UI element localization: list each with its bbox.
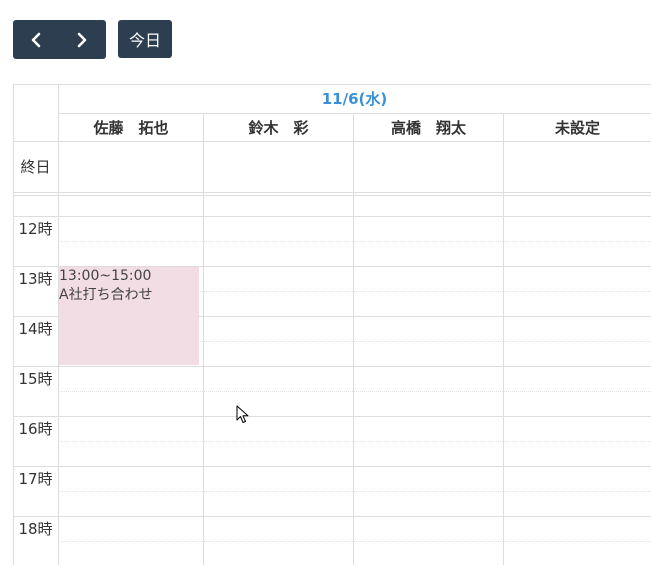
- resource-divider: [203, 113, 204, 565]
- hour-line-18: [13, 516, 651, 517]
- allday-label: 終日: [20, 158, 51, 176]
- prev-button[interactable]: [13, 20, 59, 59]
- resource-divider: [503, 113, 504, 565]
- resource-header-bottom: [13, 141, 651, 142]
- today-button[interactable]: 今日: [118, 20, 172, 58]
- hour-line-15: [13, 366, 651, 367]
- mouse-pointer-icon: [236, 405, 249, 423]
- allday-bottom-2: [13, 195, 651, 196]
- slot-line: [58, 441, 651, 442]
- hour-line-16: [13, 416, 651, 417]
- day-resource-grid: 11/6(水) 佐藤 拓也 鈴木 彩 高橋 翔太 未設定 終日 12時 13時 …: [13, 84, 651, 565]
- time-label-14: 14時: [18, 319, 53, 338]
- chevron-right-icon: [77, 32, 87, 47]
- resource-header-unassigned: 未設定: [554, 118, 600, 137]
- resource-header-sato: 佐藤 拓也: [93, 118, 169, 137]
- event-title: A社打ち合わせ: [59, 287, 153, 303]
- slot-line: [58, 491, 651, 492]
- resource-divider: [353, 113, 354, 565]
- time-label-18: 18時: [18, 519, 53, 538]
- chevron-left-icon: [31, 32, 41, 47]
- time-label-13: 13時: [18, 269, 53, 288]
- allday-bottom-1: [13, 192, 651, 193]
- nav-button-group: [13, 20, 106, 59]
- resource-header-takahashi: 高橋 翔太: [390, 118, 466, 137]
- resource-header-suzuki: 鈴木 彩: [248, 118, 309, 137]
- next-button[interactable]: [59, 20, 105, 59]
- time-label-17: 17時: [18, 469, 53, 488]
- calendar-event[interactable]: 13:00~15:00 A社打ち合わせ: [59, 267, 199, 365]
- time-label-15: 15時: [18, 369, 53, 388]
- time-label-12: 12時: [18, 219, 53, 238]
- slot-line: [58, 391, 651, 392]
- date-header[interactable]: 11/6(水): [58, 84, 651, 113]
- event-time: 13:00~15:00: [59, 268, 152, 284]
- slot-line: [58, 241, 651, 242]
- slot-line: [58, 541, 651, 542]
- hour-line-17: [13, 466, 651, 467]
- hour-line-12: [13, 216, 651, 217]
- time-label-16: 16時: [18, 419, 53, 438]
